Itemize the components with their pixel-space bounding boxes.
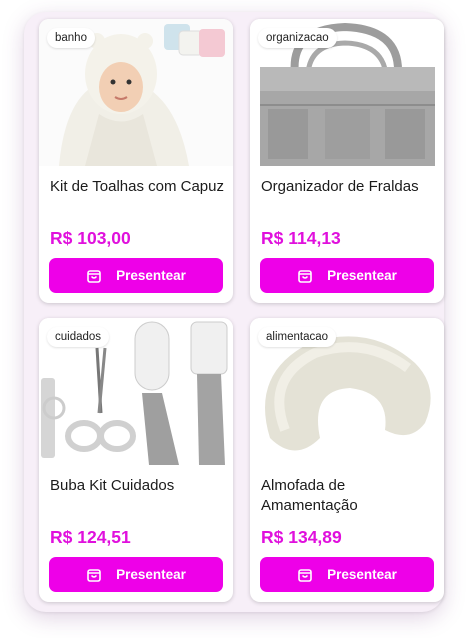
- product-price: R$ 103,00: [50, 228, 131, 248]
- product-price: R$ 124,51: [50, 527, 131, 547]
- product-card[interactable]: cuidados Buba Kit Cuidados R$ 124,51 Pre…: [39, 318, 233, 602]
- gift-button-label: Presentear: [327, 567, 397, 582]
- gift-button[interactable]: Presentear: [49, 557, 223, 592]
- product-title: Organizador de Fraldas: [261, 178, 419, 195]
- category-tag: organizacao: [258, 28, 337, 48]
- shopping-bag-icon: [298, 568, 312, 582]
- shopping-bag-icon: [87, 568, 101, 582]
- gift-button-label: Presentear: [116, 268, 186, 283]
- shopping-bag-icon: [87, 269, 101, 283]
- product-card[interactable]: alimentacao Almofada de Amamentação R$ 1…: [250, 318, 444, 602]
- product-title: Buba Kit Cuidados: [50, 477, 175, 494]
- category-tag: banho: [47, 28, 95, 48]
- gift-button[interactable]: Presentear: [49, 258, 223, 293]
- product-card[interactable]: organizacao Organizador de Fraldas R$ 11…: [250, 19, 444, 303]
- gift-button-label: Presentear: [327, 268, 397, 283]
- gift-button[interactable]: Presentear: [260, 258, 434, 293]
- product-card[interactable]: banho Kit de Toalhas com Capuz R$ 103,00…: [39, 19, 233, 303]
- product-price: R$ 134,89: [261, 527, 342, 547]
- gift-button-label: Presentear: [116, 567, 186, 582]
- gift-button[interactable]: Presentear: [260, 557, 434, 592]
- product-title: Kit de Toalhas com Capuz: [50, 178, 224, 195]
- product-price: R$ 114,13: [261, 228, 341, 248]
- category-tag: cuidados: [47, 327, 110, 347]
- category-tag: alimentacao: [258, 327, 337, 347]
- shopping-bag-icon: [298, 269, 312, 283]
- product-title: Almofada de Amamentação: [261, 477, 358, 514]
